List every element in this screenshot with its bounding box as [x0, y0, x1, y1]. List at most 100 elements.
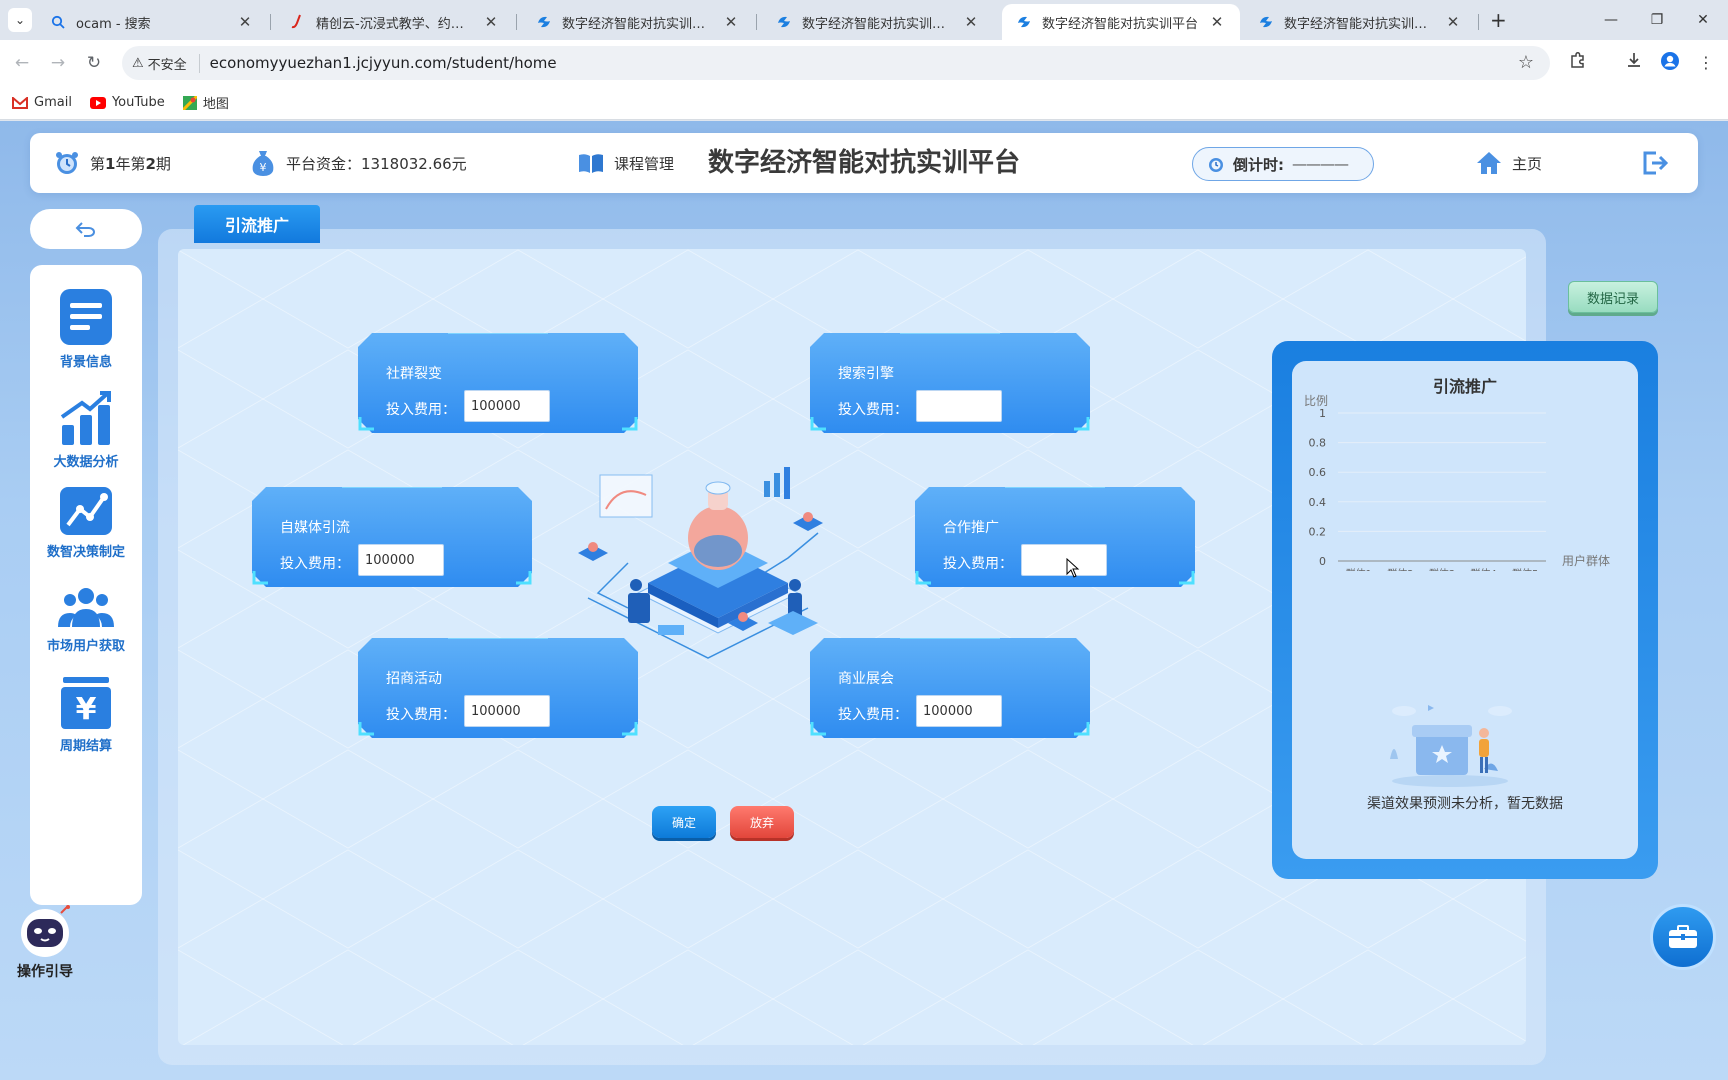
sidebar-item-big-data[interactable]: 大数据分析	[30, 391, 142, 470]
course-label: 课程管理	[614, 154, 675, 173]
channel-name: 合作推广	[943, 520, 999, 536]
period-term: 2	[145, 154, 156, 173]
more-menu-icon[interactable]: ⋮	[1694, 51, 1718, 75]
cancel-button[interactable]: 放弃	[730, 806, 794, 838]
channel-card-self-media: 自媒体引流 投入费用：	[252, 487, 532, 587]
cost-input-trade-show[interactable]	[916, 695, 1002, 727]
window-close-icon[interactable]: ✕	[1680, 6, 1726, 34]
period-mid: 年第	[115, 154, 146, 173]
new-tab-button[interactable]: +	[1490, 8, 1507, 32]
tab-title: 数字经济智能对抗实训平台	[1284, 16, 1438, 32]
bookmark-label: Gmail	[34, 95, 72, 110]
bookmarks-bar: Gmail YouTube 地图	[0, 86, 1728, 120]
app-viewport: 第1年第2期 ¥ 平台资金： 1318032.66元 课程管理 数字经济智能对抗实…	[0, 121, 1728, 1080]
bookmark-maps[interactable]: 地图	[182, 93, 229, 112]
cost-input-search-engine[interactable]	[916, 390, 1002, 422]
tab-separator	[1478, 14, 1479, 30]
browser-tab-6[interactable]: 数字经济智能对抗实训平台 ✕	[1244, 4, 1476, 40]
platform-logo-icon	[1258, 14, 1274, 30]
cost-input-cooperation[interactable]	[1021, 544, 1107, 576]
platform-logo-icon	[776, 14, 792, 30]
download-icon[interactable]	[1622, 51, 1646, 75]
reload-icon[interactable]: ↻	[82, 51, 106, 75]
money-bag-icon: ¥	[252, 151, 274, 176]
gmail-icon	[12, 96, 28, 109]
close-icon[interactable]: ✕	[1208, 13, 1226, 31]
x-tick-label: 群体2	[1387, 567, 1413, 571]
confirm-button[interactable]: 确定	[652, 806, 716, 838]
browser-tab-1[interactable]: ocam - 搜索 ✕	[36, 4, 268, 40]
home-label: 主页	[1512, 154, 1543, 173]
course-management-link[interactable]: 课程管理	[578, 133, 674, 193]
sidebar-item-user-acquisition[interactable]: 市场用户获取	[30, 587, 142, 654]
traffic-chart: 比例 0 0.2 0.4 0.6 0.8 1 群体1 群体2 群体3 群体4 群体5 用户群体	[1304, 394, 1610, 571]
document-icon	[60, 289, 112, 345]
browser-tab-3[interactable]: 数字经济智能对抗实训平台 ✕	[522, 4, 754, 40]
close-icon[interactable]: ✕	[722, 13, 740, 31]
browser-tab-5-active[interactable]: 数字经济智能对抗实训平台 ✕	[1002, 4, 1240, 40]
forward-arrow-icon[interactable]: →	[46, 51, 70, 75]
svg-text:¥: ¥	[260, 161, 267, 174]
users-icon	[58, 588, 114, 627]
cost-input-community[interactable]	[464, 390, 550, 422]
platform-funds: ¥ 平台资金： 1318032.66元	[250, 133, 467, 193]
channel-card-community: 社群裂变 投入费用：	[358, 333, 638, 433]
section-tab-traffic-promotion[interactable]: 引流推广	[194, 205, 320, 243]
top-nav-bar: 第1年第2期 ¥ 平台资金： 1318032.66元 课程管理 数字经济智能对抗实…	[30, 133, 1698, 193]
close-icon[interactable]: ✕	[1444, 13, 1462, 31]
sidebar-item-label: 数智决策制定	[46, 545, 125, 560]
cost-label: 投入费用：	[838, 707, 908, 723]
channel-card-search-engine: 搜索引擎 投入费用：	[810, 333, 1090, 433]
cost-label: 投入费用：	[386, 707, 456, 723]
home-link[interactable]: 主页	[1476, 133, 1542, 193]
sidebar-item-background-info[interactable]: 背景信息	[30, 289, 142, 370]
url-text[interactable]: economyyuezhan1.jcjyyun.com/student/home	[210, 54, 557, 72]
tab-title: 数字经济智能对抗实训平台	[802, 16, 956, 32]
data-record-button[interactable]: 数据记录	[1568, 281, 1658, 313]
back-arrow-icon[interactable]: ←	[10, 51, 34, 75]
minimize-icon[interactable]: —	[1588, 6, 1634, 34]
channel-card-cooperation: 合作推广 投入费用：	[915, 487, 1195, 587]
period-prefix: 第	[90, 154, 106, 173]
undo-arrow-icon	[75, 222, 95, 237]
sidebar-item-decision[interactable]: 数智决策制定	[30, 487, 142, 560]
close-icon[interactable]: ✕	[962, 13, 980, 31]
search-icon	[50, 14, 66, 30]
operation-guide[interactable]: 操作引导	[10, 905, 80, 981]
omnibox[interactable]: ⚠ 不安全 economyyuezhan1.jcjyyun.com/studen…	[122, 46, 1550, 80]
bookmark-youtube[interactable]: YouTube	[89, 95, 165, 110]
home-icon	[1477, 152, 1501, 174]
browser-tab-2[interactable]: 精创云-沉浸式教学、约战云平台 ✕	[276, 4, 514, 40]
trend-chart-icon	[60, 487, 112, 535]
bookmark-star-icon[interactable]: ☆	[1518, 52, 1534, 73]
security-label[interactable]: 不安全	[148, 53, 200, 73]
back-button[interactable]	[30, 209, 142, 249]
sidebar-item-label: 大数据分析	[53, 455, 119, 470]
period-indicator: 第1年第2期	[54, 133, 171, 193]
timer-icon	[1209, 158, 1223, 172]
extensions-icon[interactable]	[1566, 51, 1590, 75]
tab-title: 数字经济智能对抗实训平台	[1042, 16, 1199, 32]
y-tick-label: 0.2	[1309, 525, 1327, 538]
countdown-value: ————	[1292, 155, 1349, 173]
channel-name: 自媒体引流	[280, 520, 350, 536]
briefcase-icon	[1669, 925, 1697, 948]
browser-tab-4[interactable]: 数字经济智能对抗实训平台 ✕	[762, 4, 994, 40]
cost-input-investment-event[interactable]	[464, 695, 550, 727]
bookmark-gmail[interactable]: Gmail	[12, 95, 72, 110]
logout-button[interactable]	[1642, 133, 1668, 193]
funds-value: 1318032.66元	[361, 154, 467, 173]
restore-icon[interactable]: ❐	[1634, 6, 1680, 34]
close-icon[interactable]: ✕	[482, 13, 500, 31]
toolbox-button[interactable]	[1650, 904, 1716, 970]
robot-assistant-icon	[21, 905, 70, 957]
sidebar-item-settlement[interactable]: ¥ 周期结算	[30, 677, 142, 754]
maps-icon	[182, 95, 197, 110]
tab-search-dropdown-icon[interactable]: ⌄	[8, 8, 32, 32]
tab-separator	[516, 14, 517, 30]
channel-name: 社群裂变	[386, 366, 442, 382]
cost-input-self-media[interactable]	[358, 544, 444, 576]
profile-avatar-icon[interactable]	[1658, 51, 1682, 75]
y-tick-label: 0	[1319, 555, 1326, 568]
close-icon[interactable]: ✕	[236, 13, 254, 31]
